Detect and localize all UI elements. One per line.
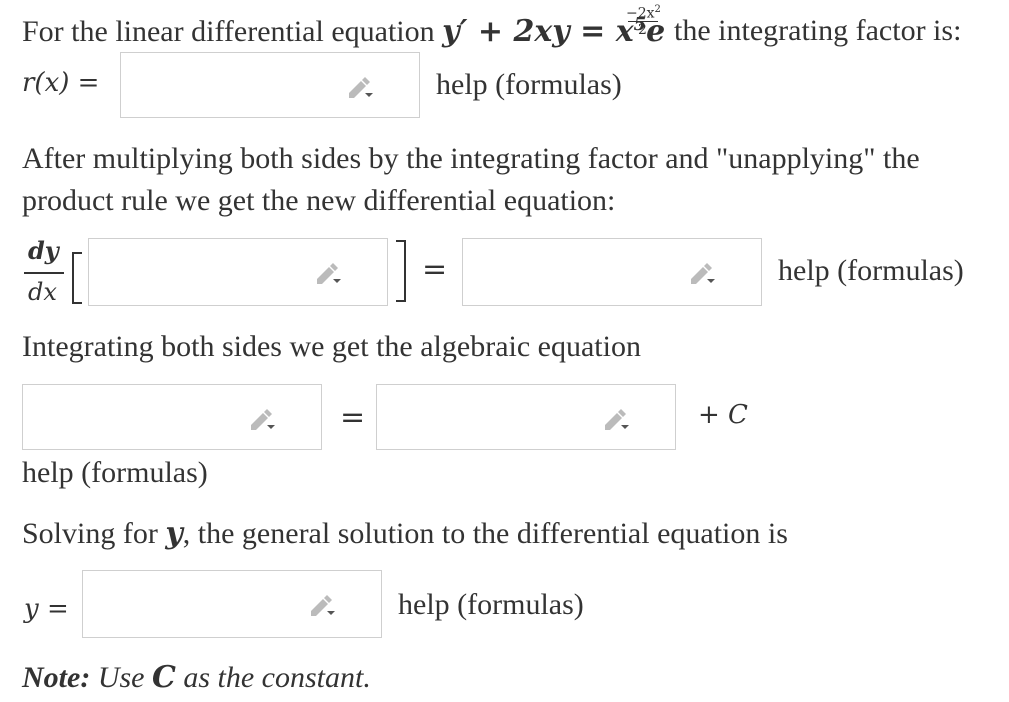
question-1-suffix: the integrating factor is: xyxy=(674,14,962,47)
question-1-text: For the linear differential equation y′ … xyxy=(22,14,666,49)
note: Note: Use C as the constant. xyxy=(22,660,371,695)
pencil-edit-icon xyxy=(349,77,373,98)
integral-rhs-input[interactable] xyxy=(376,384,676,450)
derivative-numerator: dy xyxy=(28,236,59,265)
help-formulas-link-4[interactable]: help (formulas) xyxy=(398,588,584,622)
question-2-text-line2: product rule we get the new differential… xyxy=(22,184,616,217)
plus-constant: + C xyxy=(698,400,748,430)
help-formulas-link-1[interactable]: help (formulas) xyxy=(436,68,622,102)
question-3-text: Integrating both sides we get the algebr… xyxy=(22,330,641,363)
integral-lhs-input[interactable] xyxy=(22,384,322,450)
pencil-edit-icon xyxy=(605,409,629,430)
right-bracket xyxy=(396,240,406,302)
integrating-factor-input[interactable] xyxy=(120,52,420,118)
solution-label: y = xyxy=(24,594,69,624)
derivative-fraction-line xyxy=(24,272,64,274)
pencil-edit-icon xyxy=(311,595,335,616)
note-label: Note: xyxy=(22,661,91,694)
question-4-text: Solving for y, the general solution to t… xyxy=(22,516,788,551)
pencil-edit-icon xyxy=(317,263,341,284)
question-2-text-line1: After multiplying both sides by the inte… xyxy=(22,142,920,175)
pencil-edit-icon xyxy=(691,263,715,284)
equals-sign-2: = xyxy=(340,400,366,435)
left-bracket xyxy=(72,252,82,304)
derivative-denominator: dx xyxy=(28,278,57,306)
note-constant: C xyxy=(151,660,176,695)
general-solution-input[interactable] xyxy=(82,570,382,638)
exponent-numerator: −2x2 xyxy=(626,4,661,22)
help-formulas-link-3[interactable]: help (formulas) xyxy=(22,456,208,490)
help-formulas-link-2[interactable]: help (formulas) xyxy=(778,254,964,288)
derivative-inner-input[interactable] xyxy=(88,238,388,306)
integrating-factor-label: r(x) = xyxy=(22,68,100,98)
exponent-denominator: 2 xyxy=(638,22,647,38)
derivative-rhs-input[interactable] xyxy=(462,238,762,306)
equals-sign-1: = xyxy=(422,252,448,287)
pencil-edit-icon xyxy=(251,409,275,430)
